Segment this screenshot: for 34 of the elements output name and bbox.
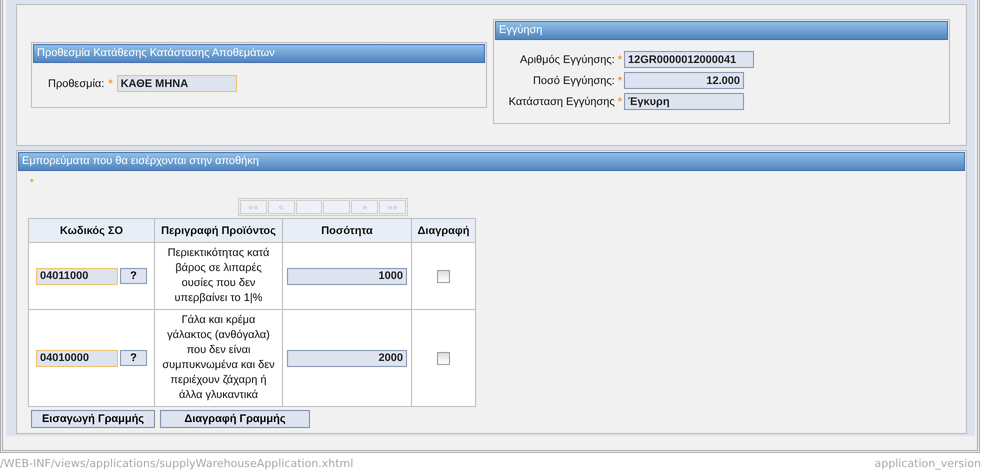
column-header: Διαγραφή: [412, 218, 476, 242]
required-mark: *: [108, 78, 113, 90]
input-field[interactable]: 12GR0000012000041: [624, 51, 754, 68]
input-field[interactable]: ΚΑΘΕ ΜΗΝΑ: [116, 75, 237, 92]
section-header: Προθεσμία Κατάθεσης Κατάστασης Αποθεμάτων: [33, 44, 485, 63]
code-field[interactable]: 04011000: [36, 268, 118, 284]
column-header: Κωδικός ΣΟ: [28, 218, 154, 242]
input-field[interactable]: Έγκυρη: [624, 93, 744, 110]
input-field[interactable]: 12.000: [624, 72, 744, 89]
product-description: Περιεκτικότητας κατά βάρος σε λιπαρές ουσίες που δεν υπερβαίνει το 1|%: [166, 246, 270, 306]
section-header: Εμπορεύματα που θα εισέρχονται στην αποθήκη: [18, 152, 965, 171]
required-mark: *: [618, 74, 622, 86]
version-label: application_version: [874, 457, 981, 470]
quantity-field[interactable]: 1000: [287, 268, 407, 284]
delete-row-button[interactable]: Διαγραφή Γραμμής: [160, 410, 310, 428]
required-mark: *: [618, 54, 622, 66]
code-field[interactable]: 04010000: [36, 350, 118, 366]
field-label: Αριθμός Εγγύησης:: [520, 54, 615, 66]
insert-row-button[interactable]: Εισαγωγή Γραμμής: [31, 410, 155, 428]
field-label: Ποσό Εγγύησης:: [532, 74, 615, 86]
lookup-button[interactable]: ?: [120, 350, 147, 366]
file-path: /WEB-INF/views/applications/supplyWarehouseApplication.xhtml: [0, 457, 354, 470]
required-mark: *: [618, 96, 622, 108]
column-header: Ποσότητα: [282, 218, 412, 242]
product-description: Γάλα και κρέμα γάλακτος (ανθόγαλα) που δεν είναι συμπυκνωμένα και δεν περιέχουν ζάχαρη ή άλλα γλυκαντικά: [161, 313, 276, 403]
delete-checkbox[interactable]: [437, 352, 450, 364]
delete-checkbox[interactable]: [437, 270, 450, 282]
field-label: Προθεσμία:: [48, 78, 104, 90]
field-label: Κατάσταση Εγγύησης: [508, 96, 615, 108]
lookup-button[interactable]: ?: [120, 268, 147, 284]
column-header: Περιγραφή Προϊόντος: [154, 218, 282, 242]
quantity-field[interactable]: 2000: [287, 350, 407, 366]
required-mark: *: [30, 177, 35, 187]
section-header: Εγγύηση: [495, 21, 948, 40]
